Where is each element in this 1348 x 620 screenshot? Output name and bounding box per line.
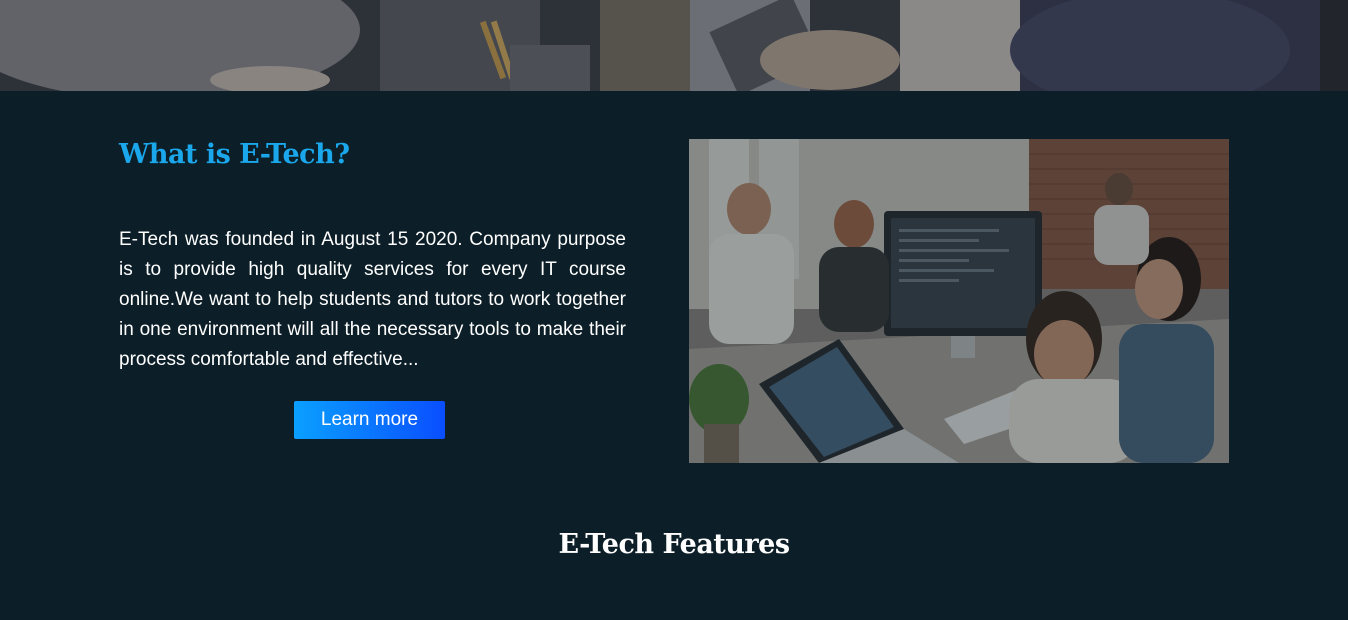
- features-title: E-Tech Features: [558, 529, 790, 560]
- about-section: What is E-Tech? E-Tech was founded in Au…: [0, 91, 1348, 620]
- about-title: What is E-Tech?: [119, 139, 350, 170]
- hero-dark-overlay: [0, 0, 1348, 91]
- about-description: E-Tech was founded in August 15 2020. Co…: [119, 229, 626, 370]
- hero-banner-image: [0, 0, 1348, 91]
- learn-more-button[interactable]: Learn more: [294, 401, 445, 439]
- about-photo: [689, 139, 1229, 463]
- team-working-photo: [689, 139, 1229, 463]
